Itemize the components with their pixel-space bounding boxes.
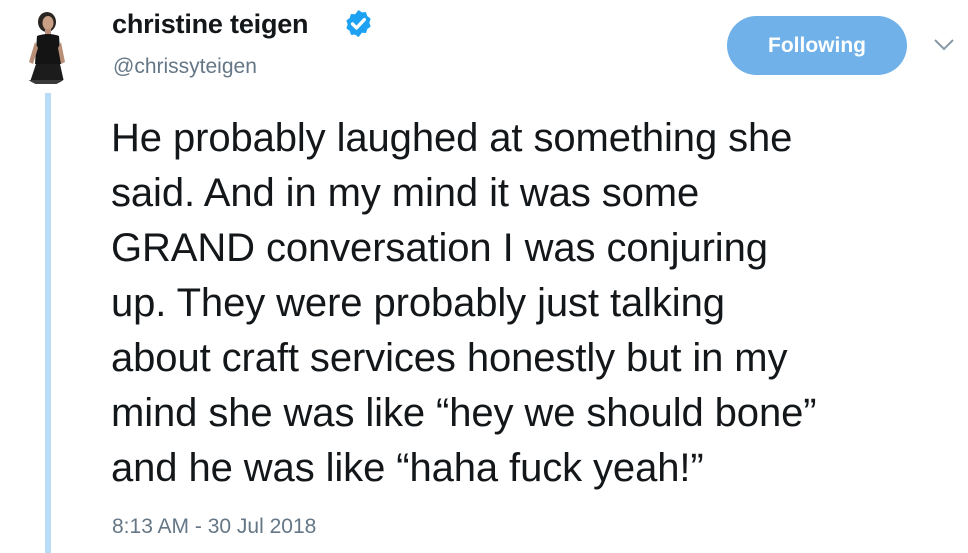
following-button[interactable]: Following [727,16,907,75]
tweet-text: He probably laughed at something she sai… [111,111,817,496]
display-name[interactable]: christine teigen [112,9,309,40]
thread-line [45,93,51,553]
tweet-text-line: mind she was like “hey we should bone” [111,391,817,435]
tweet-text-line: about craft services honestly but in my [111,336,788,380]
verified-badge-icon [346,9,371,38]
tweet-text-line: up. They were probably just talking [111,281,725,325]
user-handle[interactable]: @chrissyteigen [113,55,257,79]
tweet-card: christine teigen @chrissyteigen Followin… [0,0,968,553]
tweet-text-line: GRAND conversation I was conjuring [111,226,768,270]
tweet-text-line: He probably laughed at something she [111,116,793,160]
tweet-text-line: said. And in my mind it was some [111,171,700,215]
avatar[interactable] [18,2,74,86]
chevron-down-icon[interactable] [933,38,955,52]
tweet-text-line: and he was like “haha fuck yeah!” [111,446,704,490]
tweet-timestamp[interactable]: 8:13 AM - 30 Jul 2018 [112,515,316,539]
